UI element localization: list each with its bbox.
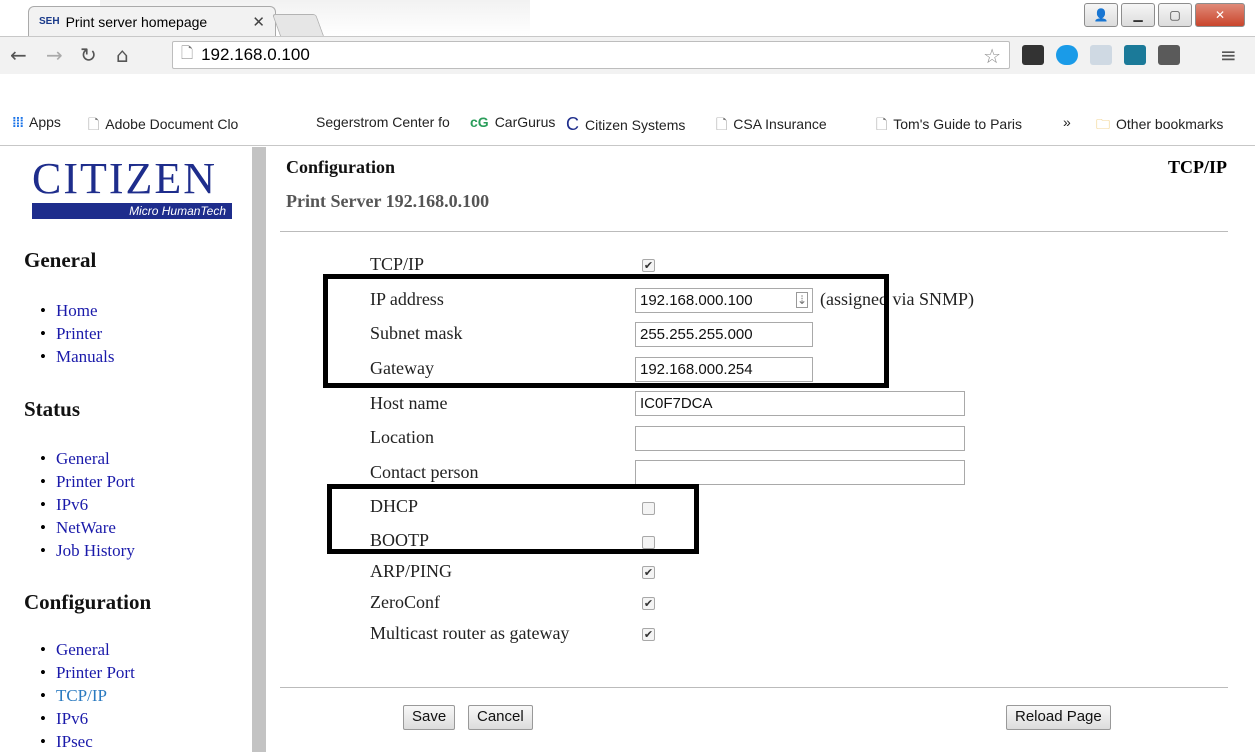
- sidebar-general-list: Home Printer Manuals: [40, 299, 115, 368]
- sidebar-item-home[interactable]: Home: [40, 299, 115, 322]
- apps-grid-icon: ⁞⁞⁞: [12, 114, 24, 130]
- arp-ping-label: ARP/PING: [370, 561, 453, 581]
- home-icon[interactable]: ⌂: [116, 43, 129, 67]
- sidebar-item-job-history[interactable]: Job History: [40, 539, 135, 562]
- page-icon: 🗋: [181, 44, 194, 62]
- sidebar-item-config-printer-port[interactable]: Printer Port: [40, 661, 135, 684]
- address-bar[interactable]: 🗋 192.168.0.100 ☆: [172, 41, 1010, 69]
- bookmark-segerstrom[interactable]: Segerstrom Center fo: [316, 114, 450, 130]
- zeroconf-label: ZeroConf: [370, 592, 440, 612]
- location-field[interactable]: [635, 426, 965, 451]
- new-tab-button[interactable]: [271, 14, 325, 36]
- page-subtitle: Print Server 192.168.0.100: [286, 191, 490, 211]
- bookmark-star-icon[interactable]: ☆: [983, 44, 1001, 69]
- url-text: 192.168.0.100: [201, 45, 310, 64]
- sidebar-item-printer[interactable]: Printer: [40, 322, 115, 345]
- divider-top: [280, 231, 1228, 232]
- multicast-checkbox[interactable]: ✔: [642, 628, 655, 641]
- dropbox-extension-icon[interactable]: [1090, 45, 1112, 65]
- bookmark-csa[interactable]: 🗋 CSA Insurance: [716, 114, 827, 138]
- zeroconf-checkbox[interactable]: ✔: [642, 597, 655, 610]
- sidebar-item-status-general[interactable]: General: [40, 447, 135, 470]
- reader-extension-icon[interactable]: [1124, 45, 1146, 65]
- bookmarks-bar: ⁞⁞⁞ Apps 🗋 Adobe Document Clo Segerstrom C…: [0, 106, 1255, 138]
- cargurus-icon: cG: [470, 114, 489, 130]
- tcpip-checkbox[interactable]: ✔: [642, 259, 655, 272]
- sidebar-item-tcpip[interactable]: TCP/IP: [40, 684, 135, 707]
- reload-icon[interactable]: ↻: [80, 43, 97, 67]
- tab-strip: SEH Print server homepage ✕ 👤 ▁ ▢ ✕: [0, 0, 1255, 36]
- maximize-button[interactable]: ▢: [1158, 3, 1192, 27]
- browser-tab[interactable]: SEH Print server homepage ✕: [28, 6, 276, 36]
- bookmark-adobe[interactable]: 🗋 Adobe Document Clo: [88, 114, 238, 138]
- bookmark-overflow[interactable]: »: [1063, 114, 1071, 130]
- tab-close-icon[interactable]: ✕: [252, 13, 265, 31]
- section-name: TCP/IP: [1167, 157, 1227, 177]
- sidebar-item-ipv6[interactable]: IPv6: [40, 493, 135, 516]
- sidebar-status-list: General Printer Port IPv6 NetWare Job Hi…: [40, 447, 135, 562]
- sidebar-configuration-list: General Printer Port TCP/IP IPv6 IPsec: [40, 638, 135, 753]
- sidebar-scrollbar[interactable]: [252, 147, 266, 752]
- folder-icon: 🗀: [1096, 116, 1110, 132]
- sidebar-item-manuals[interactable]: Manuals: [40, 345, 115, 368]
- reload-page-button[interactable]: Reload Page: [1006, 705, 1111, 730]
- highlight-box-ip-settings: [323, 274, 889, 388]
- navigation-bar: ← → ↻ ⌂ 🗋 192.168.0.100 ☆ ≡: [0, 36, 1255, 74]
- user-profile-icon[interactable]: 👤: [1084, 3, 1118, 27]
- highlight-box-dhcp-bootp: [327, 484, 699, 554]
- extension-dots-icon[interactable]: [1022, 45, 1044, 65]
- sidebar-item-ipsec[interactable]: IPsec: [40, 730, 135, 753]
- bookmark-toms-guide[interactable]: 🗋 Tom's Guide to Paris: [876, 114, 1022, 138]
- location-label: Location: [370, 427, 434, 447]
- main-panel: Configuration Print Server 192.168.0.100…: [280, 147, 1255, 752]
- cancel-button[interactable]: Cancel: [468, 705, 533, 730]
- citizen-logo: CITIZEN Micro HumanTech: [32, 154, 232, 219]
- sidebar-heading-status: Status: [24, 397, 81, 421]
- tab-title: Print server homepage: [65, 13, 208, 30]
- page-icon: 🗋: [88, 116, 100, 132]
- sidebar-item-config-ipv6[interactable]: IPv6: [40, 707, 135, 730]
- citizen-c-icon: C: [566, 114, 579, 134]
- page-icon: 🗋: [876, 116, 888, 132]
- bookmark-apps[interactable]: ⁞⁞⁞ Apps: [12, 114, 61, 130]
- window-controls: 👤 ▁ ▢ ✕: [1084, 3, 1245, 27]
- page-icon: 🗋: [716, 116, 728, 132]
- sidebar-heading-configuration: Configuration: [24, 590, 152, 614]
- sidebar-item-netware[interactable]: NetWare: [40, 516, 135, 539]
- minimize-button[interactable]: ▁: [1121, 3, 1155, 27]
- page-content: CITIZEN Micro HumanTech General Home Pri…: [0, 147, 1255, 752]
- bookmark-other[interactable]: 🗀 Other bookmarks: [1096, 114, 1223, 138]
- sidebar: CITIZEN Micro HumanTech General Home Pri…: [0, 147, 256, 752]
- multicast-label: Multicast router as gateway: [370, 623, 570, 643]
- logo-tagline: Micro HumanTech: [32, 203, 232, 219]
- close-window-button[interactable]: ✕: [1195, 3, 1245, 27]
- host-name-field[interactable]: IC0F7DCA: [635, 391, 965, 416]
- bookmark-cargurus[interactable]: cG CarGurus: [470, 114, 555, 130]
- save-button[interactable]: Save: [403, 705, 456, 730]
- seh-favicon-icon: SEH: [39, 16, 60, 27]
- contact-person-field[interactable]: [635, 460, 965, 485]
- back-arrow-icon[interactable]: ←: [10, 43, 27, 67]
- square-extension-icon[interactable]: [1158, 45, 1180, 65]
- sidebar-item-printer-port[interactable]: Printer Port: [40, 470, 135, 493]
- contact-person-label: Contact person: [370, 462, 479, 482]
- browser-chrome: SEH Print server homepage ✕ 👤 ▁ ▢ ✕ ← → …: [0, 0, 1255, 146]
- tcpip-label: TCP/IP: [370, 254, 425, 274]
- page-title: Configuration: [286, 157, 396, 177]
- logo-brand: CITIZEN: [32, 154, 218, 203]
- divider-bottom: [280, 687, 1228, 688]
- menu-icon[interactable]: ≡: [1220, 43, 1237, 67]
- sidebar-item-config-general[interactable]: General: [40, 638, 135, 661]
- arp-ping-checkbox[interactable]: ✔: [642, 566, 655, 579]
- forward-arrow-icon[interactable]: →: [46, 43, 63, 67]
- sidebar-heading-general: General: [24, 248, 97, 272]
- cloud-extension-icon[interactable]: [1056, 45, 1078, 65]
- host-name-label: Host name: [370, 393, 448, 413]
- bookmark-citizen[interactable]: C Citizen Systems: [566, 114, 685, 135]
